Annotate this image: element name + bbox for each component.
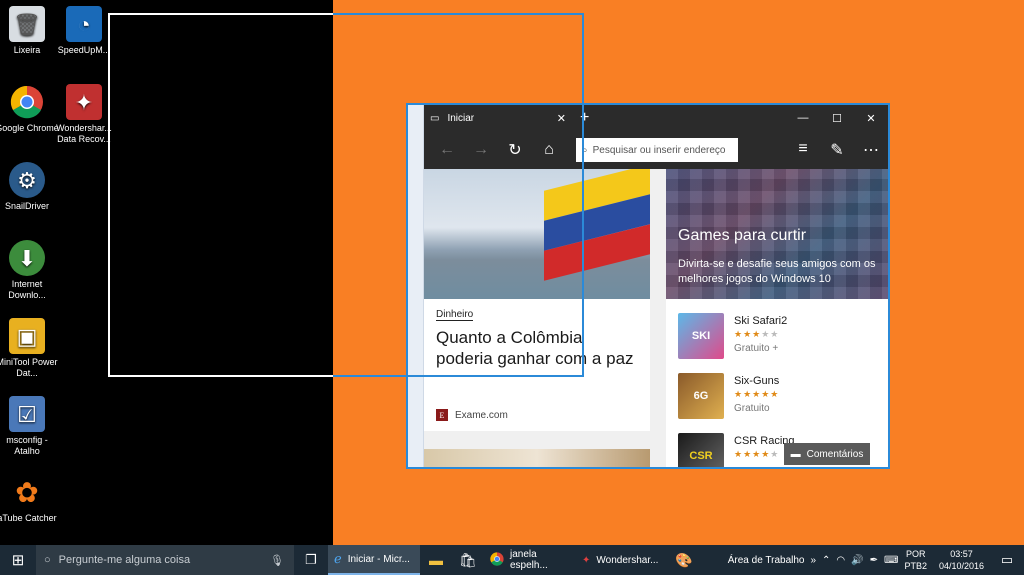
clock-time: 03:57 <box>950 549 973 559</box>
cortana-search-box[interactable]: ○ Pergunte-me alguma coisa 🎙 <box>36 545 294 575</box>
search-placeholder: Pergunte-me alguma coisa <box>58 554 191 566</box>
download-globe-icon: ⬇ <box>9 240 45 276</box>
taskbar-item-wondershare[interactable]: ✦ Wondershar... <box>576 545 668 575</box>
recycle-bin-icon: 🗑 <box>9 6 45 42</box>
pen-icon[interactable]: ✒ <box>870 555 878 566</box>
games-subtitle: Divirta-se e desafie seus amigos com os … <box>678 258 876 285</box>
wondershare-icon: ✦ <box>582 554 591 566</box>
desktop-icon-label: msconfig - Atalho <box>6 435 48 456</box>
taskbar-item-label: Iniciar - Micr... <box>347 553 410 565</box>
start-button[interactable]: ⊞ <box>0 545 36 575</box>
news-source-label: Exame.com <box>455 409 508 421</box>
desktop-icon-label: Lixeira <box>13 45 41 55</box>
language-code: POR <box>905 549 926 559</box>
network-icon[interactable]: ◠ <box>836 555 845 566</box>
game-price: Gratuito + <box>734 343 779 354</box>
taskbar-item-label: Wondershar... <box>596 554 659 566</box>
keyboard-layout: PTB2 <box>904 561 927 571</box>
taskbar-item-explorer[interactable]: ▬ <box>420 545 452 575</box>
maximize-icon[interactable]: ☐ <box>820 112 854 125</box>
language-indicator[interactable]: POR PTB2 <box>904 548 927 572</box>
msconfig-icon: ☑ <box>9 396 45 432</box>
windows-logo-icon: ⊞ <box>11 552 25 569</box>
csr-racing-thumb-icon: CSR <box>678 433 724 467</box>
rating-stars: ★★★★★ <box>734 389 780 399</box>
desktop-icon-msconfig[interactable]: ☑ msconfig - Atalho <box>0 396 59 457</box>
six-guns-thumb-icon: 6G <box>678 373 724 419</box>
rating-stars: ★★★★★ <box>734 329 780 339</box>
atube-icon: ✿ <box>15 476 39 508</box>
taskbar-item-chrome[interactable]: janela espelh... <box>484 545 576 575</box>
close-window-icon[interactable]: ✕ <box>854 112 888 125</box>
news-source: E Exame.com <box>436 409 508 421</box>
desktop-icon-label: Google Chrome <box>0 123 59 133</box>
folder-icon: ▬ <box>429 552 443 568</box>
desktop-icon-wondershare[interactable]: ✦ Wondershar... Data Recov... <box>52 84 116 145</box>
source-logo-icon: E <box>436 409 448 421</box>
games-hero-banner[interactable]: Games para curtir Divirta-se e desafie s… <box>666 169 888 299</box>
desktop-icon-speedup[interactable]: ◔ SpeedUpM... <box>52 6 116 56</box>
desktop: 🗑 Lixeira Google Chrome ⚙ SnailDriver ⬇ … <box>0 0 1024 545</box>
games-panel: Games para curtir Divirta-se e desafie s… <box>666 169 888 467</box>
more-menu-icon[interactable]: ⋯ <box>854 140 888 160</box>
clock[interactable]: 03:57 04/10/2016 <box>939 548 984 572</box>
game-item[interactable]: 6G Six-Guns ★★★★★ Gratuito <box>678 373 779 421</box>
taskbar: ⊞ ○ Pergunte-me alguma coisa 🎙 ❐ ℯ Inici… <box>0 545 1024 575</box>
game-item[interactable]: SKI Ski Safari2 ★★★★★ Gratuito + <box>678 313 787 361</box>
wondershare-icon: ✦ <box>66 84 102 120</box>
desktop-icon-label: aTube Catcher <box>0 513 57 523</box>
action-center-icon[interactable]: ▭ <box>990 552 1024 568</box>
comments-label: Comentários <box>806 448 864 460</box>
next-news-card-preview[interactable] <box>424 449 650 467</box>
chrome-icon <box>490 551 504 569</box>
address-placeholder: Pesquisar ou inserir endereço <box>592 144 726 156</box>
taskbar-item-paint[interactable]: 🎨 <box>668 545 700 575</box>
game-price: Gratuito <box>734 403 770 414</box>
selection-rectangle-blue <box>333 13 584 377</box>
games-title: Games para curtir <box>678 227 807 244</box>
game-name: Ski Safari2 <box>734 315 788 327</box>
desktop-icon-chrome[interactable]: Google Chrome <box>0 84 59 134</box>
volume-icon[interactable]: 🔊 <box>851 555 863 566</box>
desktop-icon-internet-download[interactable]: ⬇ Internet Downlo... <box>0 240 59 301</box>
taskbar-item-label: janela espelh... <box>510 549 548 571</box>
show-hidden-icons-icon[interactable]: ⌃ <box>822 555 830 566</box>
comments-button[interactable]: ▬ Comentários <box>784 443 870 465</box>
desktop-icon-label: Internet Downlo... <box>8 279 46 300</box>
store-icon: 🛍 <box>459 551 477 568</box>
desktop-icon-label: Wondershar... Data Recov... <box>56 123 112 144</box>
desktop-icon-minitool[interactable]: ▣ MiniTool Power Dat... <box>0 318 59 379</box>
toolbar-chevron-icon[interactable]: » <box>810 555 816 566</box>
desktop-icon-label: MiniTool Power Dat... <box>0 357 58 378</box>
task-view-icon[interactable]: ❐ <box>294 552 328 568</box>
game-item[interactable]: CSR CSR Racing ★★★★★ <box>678 433 795 467</box>
desktop-icon-atube[interactable]: ✿ aTube Catcher <box>0 474 59 524</box>
hub-icon[interactable]: ≡ <box>786 140 820 160</box>
minimize-icon[interactable]: — <box>786 112 820 125</box>
desktop-icon-recycle-bin[interactable]: 🗑 Lixeira <box>0 6 59 56</box>
gear-icon: ⚙ <box>9 162 45 198</box>
game-name: Six-Guns <box>734 375 780 387</box>
system-tray: Área de Trabalho » ⌃ ◠ 🔊 ✒ ⌨ POR PTB2 03… <box>728 545 1024 575</box>
clock-date: 04/10/2016 <box>938 561 984 571</box>
desktop-toolbar-label[interactable]: Área de Trabalho <box>728 555 805 566</box>
speedometer-icon: ◔ <box>66 6 102 42</box>
cortana-circle-icon: ○ <box>44 554 51 566</box>
desktop-icon-label: SnailDriver <box>4 201 49 211</box>
web-note-icon[interactable]: ✎ <box>820 140 854 160</box>
window-controls: — ☐ ✕ <box>786 112 888 125</box>
taskbar-item-edge[interactable]: ℯ Iniciar - Micr... <box>328 545 420 575</box>
taskbar-item-store[interactable]: 🛍 <box>452 545 484 575</box>
desktop-icon-snaildriver[interactable]: ⚙ SnailDriver <box>0 162 59 212</box>
ski-safari-thumb-icon: SKI <box>678 313 724 359</box>
comment-icon: ▬ <box>790 448 801 460</box>
minitool-icon: ▣ <box>9 318 45 354</box>
chrome-icon <box>9 84 45 120</box>
desktop-icon-label: SpeedUpM... <box>57 45 111 55</box>
edge-icon: ℯ <box>334 551 342 566</box>
keyboard-icon[interactable]: ⌨ <box>884 555 898 566</box>
paint-icon: 🎨 <box>675 551 693 568</box>
microphone-icon[interactable]: 🎙 <box>270 554 284 567</box>
address-bar[interactable]: ⌕ Pesquisar ou inserir endereço <box>576 138 738 162</box>
